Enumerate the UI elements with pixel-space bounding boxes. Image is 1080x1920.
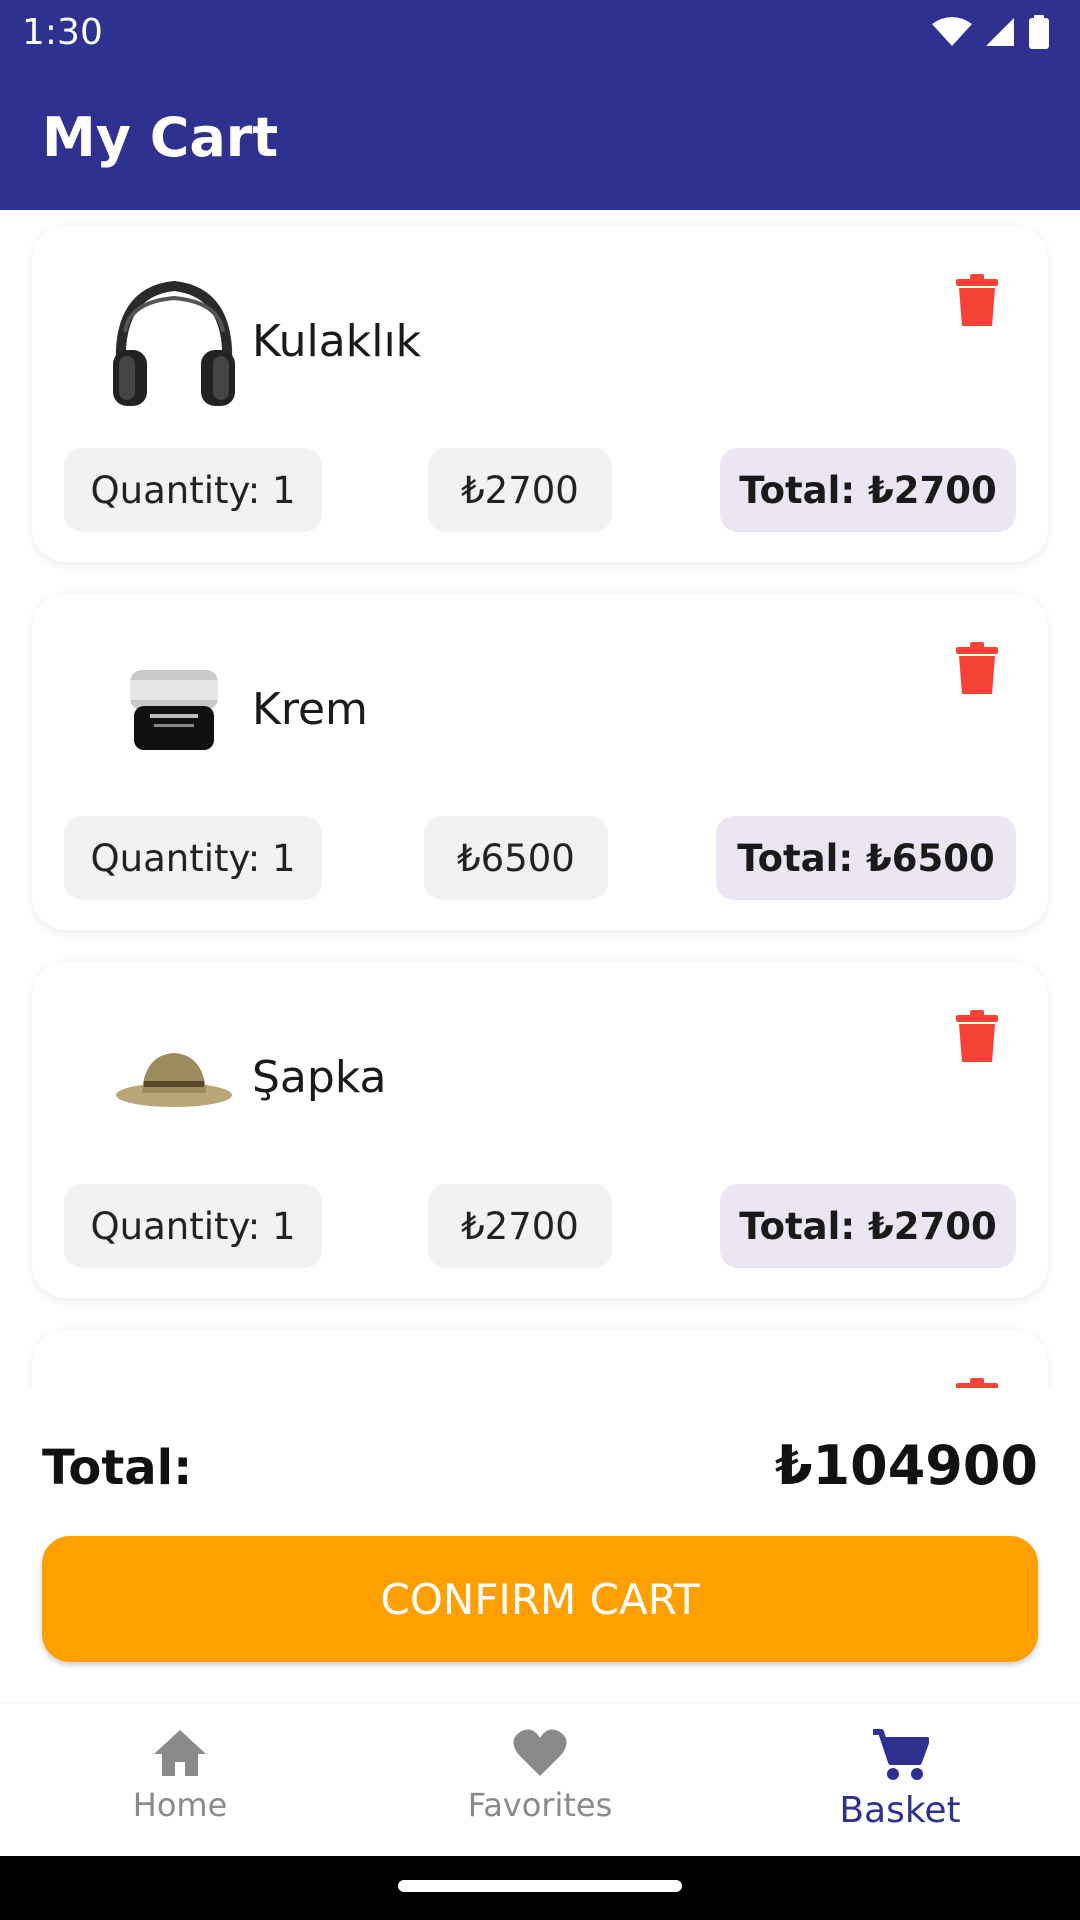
cart-list[interactable]: Kulaklık Quantity: 1 ₺2700 Total: ₺2700 … — [0, 210, 1080, 1388]
nav-item-basket[interactable]: Basket — [720, 1704, 1080, 1856]
app-bar: My Cart — [0, 64, 1080, 210]
nav-label-basket: Basket — [839, 1790, 961, 1831]
cart-summary: Total: ₺104900 CONFIRM CART — [0, 1388, 1080, 1704]
quantity-chip: Quantity: 1 — [64, 448, 322, 532]
quantity-chip: Quantity: 1 — [64, 816, 322, 900]
item-total-chip: Total: ₺2700 — [720, 1184, 1016, 1268]
bottom-navigation: Home Favorites Basket — [0, 1704, 1080, 1856]
item-name: Şapka — [252, 1052, 387, 1103]
nav-label-favorites: Favorites — [467, 1786, 613, 1824]
total-label: Total: — [42, 1440, 193, 1496]
cart-icon — [873, 1729, 929, 1780]
item-name: Krem — [252, 684, 368, 735]
straw-hat-image — [76, 998, 272, 1158]
item-total-chip: Total: ₺2700 — [720, 448, 1016, 532]
quantity-chip: Quantity: 1 — [64, 1184, 322, 1268]
signal-icon — [986, 18, 1014, 46]
wifi-icon — [932, 17, 972, 46]
system-gesture-bar — [0, 1856, 1080, 1920]
status-time: 1:30 — [22, 11, 103, 53]
price-chip: ₺2700 — [428, 1184, 612, 1268]
headphones-image — [76, 262, 272, 422]
status-icons — [932, 15, 1050, 49]
total-value: ₺104900 — [774, 1434, 1038, 1497]
item-total-chip: Total: ₺6500 — [716, 816, 1016, 900]
item-name: Kulaklık — [252, 316, 422, 367]
price-chip: ₺6500 — [424, 816, 608, 900]
cart-item-card — [32, 1330, 1048, 1388]
battery-icon — [1029, 15, 1049, 49]
delete-button[interactable] — [956, 274, 998, 326]
cream-jar-image — [76, 630, 272, 790]
home-icon — [154, 1730, 206, 1776]
heart-icon — [513, 1729, 567, 1776]
home-gesture-pill[interactable] — [398, 1880, 682, 1892]
price-chip: ₺2700 — [428, 448, 612, 532]
nav-item-home[interactable]: Home — [0, 1704, 360, 1856]
nav-label-home: Home — [132, 1786, 228, 1824]
delete-button[interactable] — [956, 642, 998, 694]
cart-item-card: Şapka Quantity: 1 ₺2700 Total: ₺2700 — [32, 962, 1048, 1298]
confirm-cart-button[interactable]: CONFIRM CART — [42, 1536, 1038, 1662]
page-title: My Cart — [42, 105, 279, 169]
cart-item-card: Kulaklık Quantity: 1 ₺2700 Total: ₺2700 — [32, 226, 1048, 562]
nav-item-favorites[interactable]: Favorites — [360, 1704, 720, 1856]
delete-button[interactable] — [956, 1378, 998, 1388]
status-bar: 1:30 — [0, 0, 1080, 64]
delete-button[interactable] — [956, 1010, 998, 1062]
cart-item-card: Krem Quantity: 1 ₺6500 Total: ₺6500 — [32, 594, 1048, 930]
